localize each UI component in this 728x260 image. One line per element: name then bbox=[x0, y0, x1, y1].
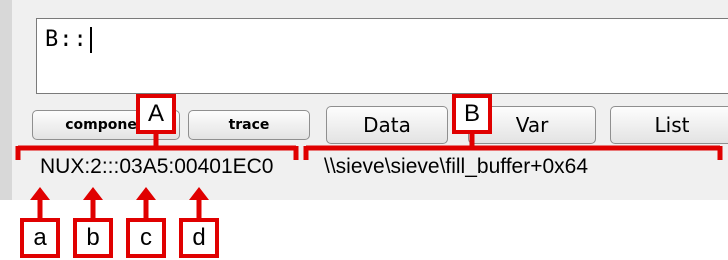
callout-B: B bbox=[452, 94, 492, 134]
arrow-a bbox=[30, 187, 50, 222]
arrow-c bbox=[136, 187, 156, 222]
callout-d: d bbox=[179, 218, 219, 258]
arrow-b bbox=[83, 187, 103, 222]
callout-b: b bbox=[73, 218, 113, 258]
callout-A: A bbox=[136, 94, 176, 134]
callout-a: a bbox=[20, 218, 60, 258]
callout-c: c bbox=[126, 218, 166, 258]
arrow-d bbox=[189, 187, 209, 222]
